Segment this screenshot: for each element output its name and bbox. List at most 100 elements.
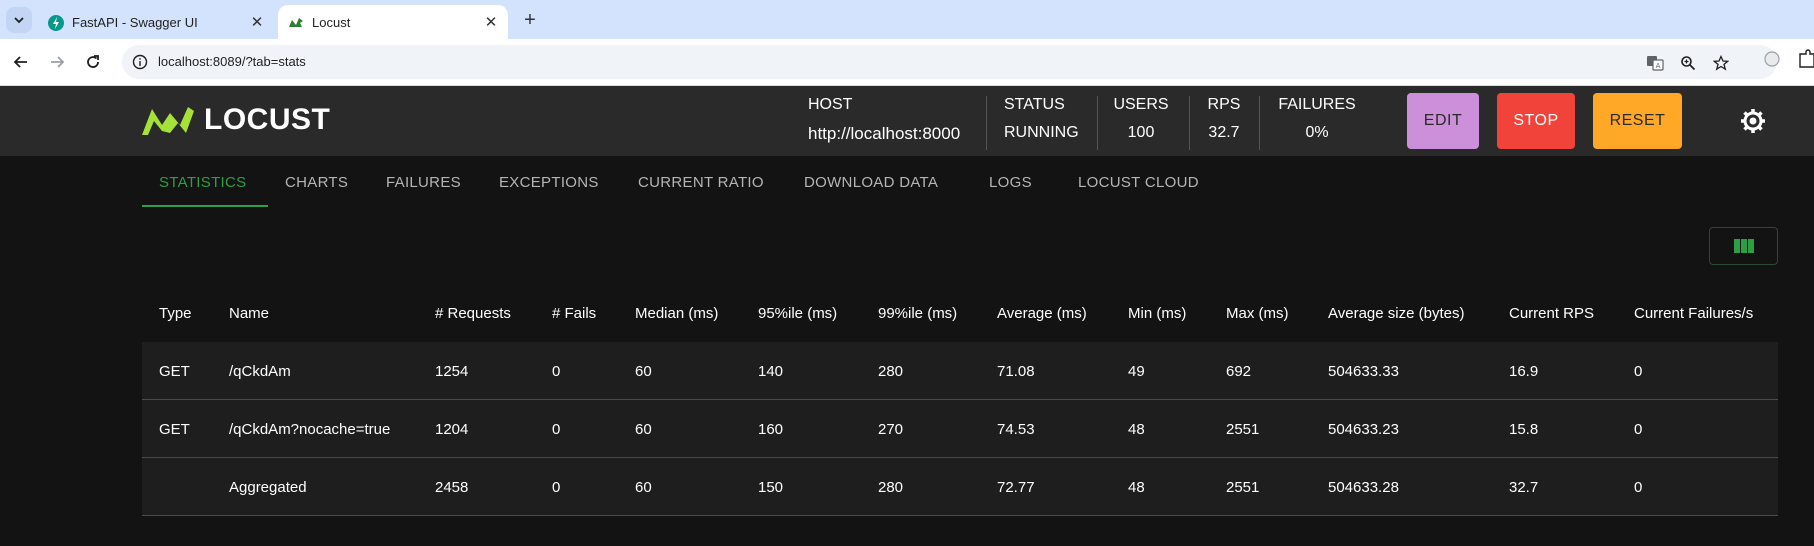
table-cell: 270 (878, 421, 904, 438)
settings-gear-icon[interactable] (1740, 108, 1766, 134)
table-cell: 2551 (1226, 479, 1260, 496)
column-selector-button[interactable] (1709, 227, 1778, 265)
arrow-right-icon (51, 56, 65, 68)
table-cell: 15.8 (1509, 421, 1539, 438)
tab-charts[interactable]: CHARTS (285, 174, 348, 191)
tab-search-button[interactable] (6, 7, 32, 33)
tab-title: FastAPI - Swagger UI (72, 15, 198, 30)
table-cell: 0 (1634, 363, 1643, 380)
locust-logo[interactable]: LOCUST (140, 103, 330, 137)
table-cell: 60 (635, 421, 652, 438)
browser-toolbar: localhost:8089/?tab=stats A (0, 39, 1814, 86)
extensions-icon[interactable] (1796, 49, 1814, 69)
translate-icon[interactable]: A (1645, 53, 1665, 73)
rps-value: 32.7 (1208, 124, 1240, 141)
column-header[interactable]: Min (ms) (1128, 305, 1186, 322)
browser-tabstrip: FastAPI - Swagger UI ✕ Locust ✕ + (0, 0, 1814, 39)
browser-tab-locust[interactable]: Locust ✕ (278, 5, 508, 39)
host-label: HOST (808, 96, 853, 113)
column-header[interactable]: Name (229, 305, 269, 322)
table-cell: 0 (552, 363, 561, 380)
table-cell: GET (159, 421, 190, 438)
table-cell: 2551 (1226, 421, 1260, 438)
reload-icon (87, 55, 99, 68)
table-cell: /qCkdAm?nocache=true (229, 421, 391, 438)
edit-button[interactable]: EDIT (1407, 93, 1479, 149)
column-header[interactable]: Current Failures/s (1634, 305, 1753, 322)
table-cell: 2458 (435, 479, 469, 496)
stop-button[interactable]: STOP (1497, 93, 1575, 149)
tab-locust-cloud[interactable]: LOCUST CLOUD (1078, 174, 1199, 191)
column-header[interactable]: Current RPS (1509, 305, 1594, 322)
back-button[interactable] (8, 49, 34, 75)
table-cell: 0 (1634, 421, 1643, 438)
table-cell: 60 (635, 363, 652, 380)
table-cell: Aggregated (229, 479, 307, 496)
table-cell: 140 (758, 363, 784, 380)
extension-puzzle-icon[interactable] (1762, 49, 1782, 69)
close-icon[interactable]: ✕ (248, 13, 266, 31)
fastapi-icon (48, 15, 64, 31)
table-cell: 48 (1128, 479, 1145, 496)
column-header[interactable]: Max (ms) (1226, 305, 1289, 322)
divider (1189, 96, 1190, 150)
tab-exceptions[interactable]: EXCEPTIONS (499, 174, 599, 191)
table-cell: 280 (878, 363, 904, 380)
rps-label: RPS (1207, 96, 1241, 113)
users-label: USERS (1113, 96, 1169, 113)
tab-statistics[interactable]: STATISTICS (159, 174, 246, 191)
host-stat: HOST http://localhost:8000 (808, 96, 960, 144)
table-cell: /qCkdAm (229, 363, 291, 380)
address-bar[interactable]: localhost:8089/?tab=stats A (122, 45, 1777, 79)
table-row: GET /qCkdAm?nocache=true 1204 0 60 160 2… (142, 400, 1778, 458)
table-cell: 60 (635, 479, 652, 496)
forward-button[interactable] (44, 49, 70, 75)
failures-stat: FAILURES 0% (1274, 96, 1360, 142)
column-header[interactable]: 95%ile (ms) (758, 305, 837, 322)
table-cell: 504633.33 (1328, 363, 1399, 380)
column-header[interactable]: 99%ile (ms) (878, 305, 957, 322)
column-header[interactable]: Type (159, 305, 192, 322)
divider (1097, 96, 1098, 150)
table-cell: 1204 (435, 421, 469, 438)
divider (986, 96, 987, 150)
column-header[interactable]: Average (ms) (997, 305, 1087, 322)
browser-tab-fastapi[interactable]: FastAPI - Swagger UI ✕ (38, 5, 274, 39)
bookmark-star-icon[interactable] (1711, 53, 1731, 73)
rps-stat: RPS 32.7 (1204, 96, 1244, 142)
table-cell: 280 (878, 479, 904, 496)
users-value: 100 (1127, 124, 1155, 141)
tab-current-ratio[interactable]: CURRENT RATIO (638, 174, 764, 191)
table-cell: 49 (1128, 363, 1145, 380)
status-stat: STATUS RUNNING (1004, 96, 1079, 142)
column-header[interactable]: # Requests (435, 305, 511, 322)
tab-download-data[interactable]: DOWNLOAD DATA (804, 174, 938, 191)
table-row-aggregated: Aggregated 2458 0 60 150 280 72.77 48 25… (142, 458, 1778, 516)
column-header[interactable]: Median (ms) (635, 305, 718, 322)
table-cell: 32.7 (1509, 479, 1539, 496)
table-cell: 16.9 (1509, 363, 1539, 380)
table-row: GET /qCkdAm 1254 0 60 140 280 71.08 49 6… (142, 342, 1778, 400)
info-icon[interactable] (132, 54, 148, 70)
table-cell: 72.77 (997, 479, 1035, 496)
reset-button[interactable]: RESET (1593, 93, 1682, 149)
table-cell: 48 (1128, 421, 1145, 438)
column-header[interactable]: Average size (bytes) (1328, 305, 1464, 322)
locust-logo-icon (142, 107, 194, 135)
tab-logs[interactable]: LOGS (989, 174, 1032, 191)
new-tab-button[interactable]: + (518, 8, 542, 32)
table-cell: 74.53 (997, 421, 1035, 438)
table-cell: 160 (758, 421, 784, 438)
host-value: http://localhost:8000 (808, 124, 961, 143)
reload-button[interactable] (80, 49, 106, 75)
table-cell: 692 (1226, 363, 1252, 380)
tab-failures[interactable]: FAILURES (386, 174, 461, 191)
divider (1259, 96, 1260, 150)
failures-label: FAILURES (1278, 96, 1356, 113)
zoom-icon[interactable] (1678, 53, 1698, 73)
main-tabs: STATISTICS CHARTS FAILURES EXCEPTIONS CU… (142, 156, 1242, 209)
column-header[interactable]: # Fails (552, 305, 596, 322)
table-cell: 504633.28 (1328, 479, 1399, 496)
close-icon[interactable]: ✕ (482, 13, 500, 31)
active-tab-indicator (142, 205, 268, 207)
